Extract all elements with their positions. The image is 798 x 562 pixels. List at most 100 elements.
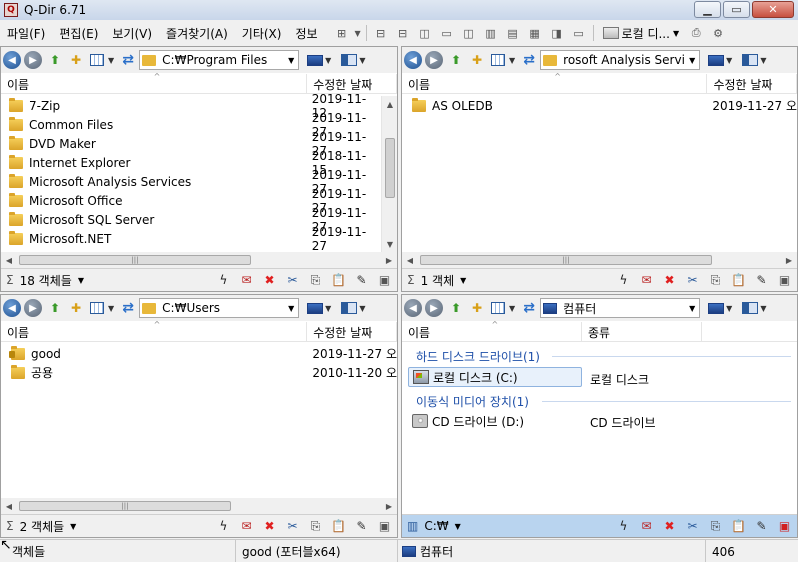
properties-icon[interactable]: ▣ bbox=[374, 517, 395, 535]
menu-info[interactable]: 정보 bbox=[288, 25, 324, 42]
cut-icon[interactable]: ✂ bbox=[282, 517, 303, 535]
delete-icon[interactable]: ✖ bbox=[659, 271, 680, 289]
dropdown-arrow-icon[interactable]: ▼ bbox=[108, 56, 114, 65]
layout-grid-icon[interactable]: ▦ bbox=[524, 25, 546, 41]
refresh-icon[interactable]: ⇄ bbox=[118, 51, 138, 69]
pane-layout-icon[interactable] bbox=[742, 54, 759, 66]
scroll-track[interactable]: ||| bbox=[17, 498, 381, 514]
address-bar[interactable]: C:₩Users ▼ bbox=[139, 298, 300, 318]
layout-2-horizontal-icon[interactable]: ⊟ bbox=[392, 25, 414, 41]
view-mode-button[interactable] bbox=[488, 299, 508, 317]
up-folder-icon[interactable]: ⬆ bbox=[446, 299, 466, 317]
menu-favorites[interactable]: 즐겨찾기(A) bbox=[159, 25, 235, 42]
dropdown-arrow-icon[interactable]: ▼ bbox=[284, 56, 298, 65]
layout-wide-icon[interactable]: ▭ bbox=[568, 25, 590, 41]
group-hard-drives[interactable]: 하드 디스크 드라이브(1) bbox=[416, 348, 540, 365]
dropdown-arrow-icon[interactable]: ▼ bbox=[284, 304, 298, 313]
drive-selector[interactable]: 로컬 디... ▼ bbox=[602, 25, 679, 42]
dropdown-arrow-icon[interactable]: ▼ bbox=[509, 56, 515, 65]
up-folder-icon[interactable]: ⬆ bbox=[45, 51, 65, 69]
group-removable-media[interactable]: 이동식 미디어 장치(1) bbox=[416, 393, 529, 410]
object-count[interactable]: 2 객체들 bbox=[20, 518, 65, 535]
layout-3-pane-icon[interactable]: ⊟ bbox=[370, 25, 392, 41]
menu-extras[interactable]: 기타(X) bbox=[235, 25, 289, 42]
layout-compact-icon[interactable]: ◨ bbox=[546, 25, 568, 41]
layout-3-vertical-icon[interactable]: ◫ bbox=[458, 25, 480, 41]
vertical-scrollbar[interactable]: ▲ ▼ bbox=[381, 96, 397, 252]
object-count[interactable]: 1 객체 bbox=[421, 272, 455, 289]
back-icon[interactable]: ◀ bbox=[404, 51, 422, 69]
back-icon[interactable]: ◀ bbox=[3, 51, 21, 69]
scroll-thumb[interactable]: ||| bbox=[19, 255, 251, 265]
menu-file[interactable]: 파일(F) bbox=[0, 25, 52, 42]
forward-icon[interactable]: ▶ bbox=[24, 51, 42, 69]
minimize-button[interactable]: ▁ bbox=[694, 1, 721, 18]
refresh-icon[interactable]: ⇄ bbox=[519, 51, 539, 69]
current-path[interactable]: C:₩ bbox=[424, 519, 448, 533]
layout-tabs-icon[interactable]: ▤ bbox=[502, 25, 524, 41]
back-icon[interactable]: ◀ bbox=[3, 299, 21, 317]
column-name[interactable]: ^ 이름 bbox=[402, 72, 708, 94]
up-folder-icon[interactable]: ⬆ bbox=[45, 299, 65, 317]
copy-icon[interactable]: ⎘ bbox=[305, 271, 326, 289]
new-folder-icon[interactable]: ✚ bbox=[66, 299, 86, 317]
menu-view[interactable]: 보기(V) bbox=[105, 25, 159, 42]
paste-icon[interactable]: 📋 bbox=[728, 271, 749, 289]
address-bar[interactable]: C:₩Program Files ▼ bbox=[139, 50, 300, 70]
dropdown-arrow-icon[interactable]: ▼ bbox=[760, 304, 766, 313]
drive-item-d[interactable]: CD 드라이브 (D:) bbox=[408, 411, 582, 431]
scroll-down-icon[interactable]: ▼ bbox=[382, 236, 397, 252]
dropdown-arrow-icon[interactable]: ▼ bbox=[108, 304, 114, 313]
scroll-thumb[interactable] bbox=[385, 138, 395, 198]
properties-icon[interactable]: ▣ bbox=[774, 517, 795, 535]
quick-action-icon[interactable]: ϟ bbox=[213, 517, 234, 535]
layout-4-pane-icon[interactable]: ⊞ bbox=[331, 25, 353, 41]
view-mode-button[interactable] bbox=[87, 51, 107, 69]
view-mode-button[interactable] bbox=[87, 299, 107, 317]
send-mail-icon[interactable]: ✉ bbox=[236, 271, 257, 289]
layout-4-vertical-icon[interactable]: ▥ bbox=[480, 25, 502, 41]
cut-icon[interactable]: ✂ bbox=[682, 517, 703, 535]
dropdown-arrow-icon[interactable]: ▼ bbox=[455, 522, 461, 531]
copy-icon[interactable]: ⎘ bbox=[705, 517, 726, 535]
rename-icon[interactable]: ✎ bbox=[351, 271, 372, 289]
dropdown-arrow-icon[interactable]: ▼ bbox=[78, 276, 84, 285]
list-item[interactable]: 공용 2010-11-20 오 bbox=[1, 363, 397, 382]
scroll-thumb[interactable]: ||| bbox=[420, 255, 712, 265]
drive-item-c[interactable]: 로컬 디스크 (C:) bbox=[408, 367, 582, 387]
scroll-track[interactable]: ||| bbox=[17, 252, 381, 268]
quick-action-icon[interactable]: ϟ bbox=[613, 517, 634, 535]
column-name[interactable]: ^ 이름 bbox=[1, 320, 308, 342]
dropdown-arrow-icon[interactable]: ▼ bbox=[685, 304, 699, 313]
scroll-right-icon[interactable]: ▶ bbox=[781, 252, 797, 268]
layout-2-vertical-icon[interactable]: ◫ bbox=[414, 25, 436, 41]
refresh-icon[interactable]: ⇄ bbox=[519, 299, 539, 317]
forward-icon[interactable]: ▶ bbox=[425, 299, 443, 317]
delete-icon[interactable]: ✖ bbox=[259, 517, 280, 535]
send-mail-icon[interactable]: ✉ bbox=[636, 517, 657, 535]
rename-icon[interactable]: ✎ bbox=[351, 517, 372, 535]
column-type[interactable]: 종류 bbox=[582, 322, 702, 342]
forward-icon[interactable]: ▶ bbox=[24, 299, 42, 317]
scroll-up-icon[interactable]: ▲ bbox=[382, 96, 397, 112]
paste-icon[interactable]: 📋 bbox=[328, 271, 349, 289]
dropdown-arrow-icon[interactable]: ▼ bbox=[760, 56, 766, 65]
scroll-right-icon[interactable]: ▶ bbox=[381, 498, 397, 514]
forward-icon[interactable]: ▶ bbox=[425, 51, 443, 69]
refresh-icon[interactable]: ⇄ bbox=[118, 299, 138, 317]
dropdown-arrow-icon[interactable]: ▼ bbox=[726, 304, 732, 313]
rename-icon[interactable]: ✎ bbox=[751, 517, 772, 535]
delete-icon[interactable]: ✖ bbox=[659, 517, 680, 535]
properties-icon[interactable]: ▣ bbox=[374, 271, 395, 289]
dropdown-arrow-icon[interactable]: ▼ bbox=[509, 304, 515, 313]
dropdown-arrow-icon[interactable]: ▼ bbox=[359, 304, 365, 313]
dropdown-arrow-icon[interactable]: ▼ bbox=[359, 56, 365, 65]
computer-icon[interactable] bbox=[307, 302, 324, 314]
scroll-left-icon[interactable]: ◀ bbox=[402, 252, 418, 268]
dropdown-arrow-icon[interactable]: ▼ bbox=[325, 56, 331, 65]
dropdown-arrow-icon[interactable]: ▼ bbox=[353, 25, 363, 41]
properties-icon[interactable]: ▣ bbox=[774, 271, 795, 289]
view-mode-button[interactable] bbox=[488, 51, 508, 69]
scroll-left-icon[interactable]: ◀ bbox=[1, 252, 17, 268]
up-folder-icon[interactable]: ⬆ bbox=[446, 51, 466, 69]
